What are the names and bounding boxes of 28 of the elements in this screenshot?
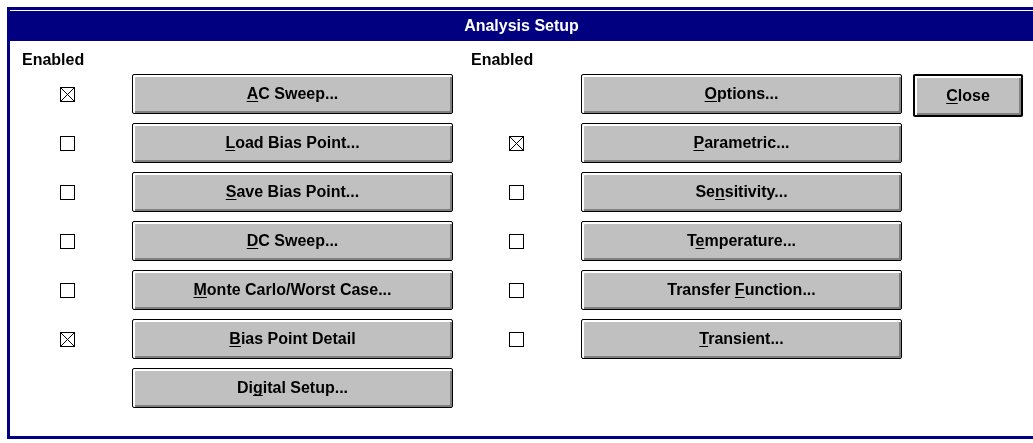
analysis-button[interactable]: Digital Setup...: [132, 368, 453, 408]
analysis-button[interactable]: Transient...: [581, 319, 902, 359]
analysis-button[interactable]: Parametric...: [581, 123, 902, 163]
column-header: Enabled: [471, 51, 534, 69]
column-header: Enabled: [22, 51, 85, 69]
analysis-button[interactable]: Transfer Function...: [581, 270, 902, 310]
checkbox[interactable]: [508, 184, 524, 200]
checkbox[interactable]: [59, 86, 75, 102]
checkbox[interactable]: [508, 135, 524, 151]
analysis-button[interactable]: Options...: [581, 74, 902, 114]
checkbox[interactable]: [59, 282, 75, 298]
analysis-button[interactable]: DC Sweep...: [132, 221, 453, 261]
analysis-button[interactable]: Bias Point Detail: [132, 319, 453, 359]
checkbox[interactable]: [508, 331, 524, 347]
checkbox[interactable]: [59, 135, 75, 151]
analysis-button[interactable]: Load Bias Point...: [132, 123, 453, 163]
close-button[interactable]: Close: [913, 74, 1023, 117]
checkbox[interactable]: [59, 233, 75, 249]
checkbox[interactable]: [59, 184, 75, 200]
checkbox[interactable]: [508, 282, 524, 298]
analysis-button[interactable]: AC Sweep...: [132, 74, 453, 114]
analysis-button[interactable]: Sensitivity...: [581, 172, 902, 212]
analysis-button[interactable]: Monte Carlo/Worst Case...: [132, 270, 453, 310]
analysis-button[interactable]: Temperature...: [581, 221, 902, 261]
checkbox[interactable]: [508, 233, 524, 249]
checkbox[interactable]: [59, 331, 75, 347]
window-title: Analysis Setup: [10, 10, 1033, 41]
analysis-button[interactable]: Save Bias Point...: [132, 172, 453, 212]
